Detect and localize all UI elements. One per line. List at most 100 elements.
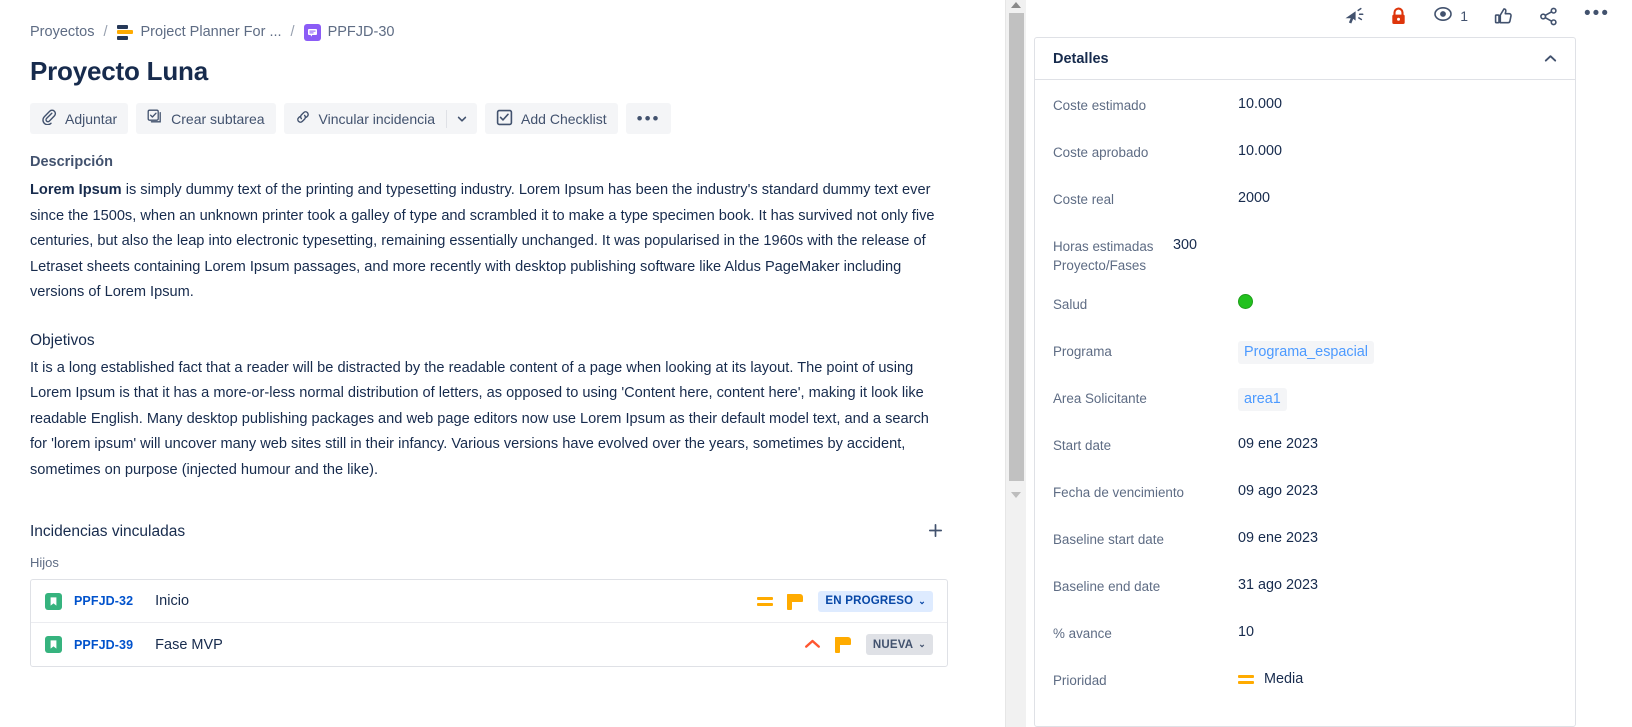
objectives-heading: Objetivos	[30, 331, 95, 349]
table-row[interactable]: PPFJD-39 Fase MVP NUEVA ⌄	[31, 623, 947, 666]
detail-label: Coste estimado	[1053, 98, 1147, 113]
description-label: Descripción	[30, 154, 113, 171]
detail-row: % avance 10	[1053, 623, 1557, 651]
detail-value: Programa_espacial	[1238, 341, 1374, 364]
detail-label: Fecha de vencimiento	[1053, 485, 1185, 500]
detail-value: 31 ago 2023	[1238, 577, 1319, 593]
issue-actions-bar: 1 •••	[1026, 0, 1632, 30]
detail-value: 10	[1238, 624, 1255, 640]
epic-icon	[303, 23, 321, 41]
linked-issues-header: Incidencias vinculadas	[30, 519, 948, 545]
detail-row: Salud	[1053, 294, 1557, 322]
attach-button[interactable]: Adjuntar	[30, 103, 129, 135]
breadcrumb-projects[interactable]: Proyectos	[30, 24, 94, 40]
thumbs-up-icon[interactable]	[1494, 7, 1513, 26]
detail-row: Coste real 2000	[1053, 189, 1557, 217]
chevron-down-icon: ⌄	[918, 595, 926, 606]
status-badge[interactable]: NUEVA ⌄	[865, 634, 933, 656]
detail-value: 300	[1173, 237, 1198, 253]
table-row[interactable]: PPFJD-32 Inicio EN PROGRESO ⌄	[31, 580, 947, 624]
chevron-down-icon[interactable]	[447, 103, 477, 134]
detail-label: Baseline end date	[1053, 579, 1161, 594]
health-status-icon	[1238, 294, 1253, 309]
breadcrumb-project[interactable]: Project Planner For ...	[116, 24, 282, 41]
megaphone-icon[interactable]	[1343, 7, 1364, 26]
detail-label: Start date	[1053, 438, 1112, 453]
details-panel-header[interactable]: Detalles	[1035, 38, 1575, 80]
detail-value: 2000	[1238, 190, 1271, 206]
detail-row: Area Solicitante area1	[1053, 388, 1557, 416]
issue-toolbar: Adjuntar Crear subtarea Vincular inciden…	[30, 103, 975, 135]
details-title: Detalles	[1053, 50, 1109, 67]
detail-value: 10.000	[1238, 143, 1283, 159]
page-scrollbar[interactable]	[1005, 0, 1026, 727]
issue-summary: Inicio	[155, 593, 190, 610]
share-icon[interactable]	[1539, 7, 1558, 26]
lock-icon[interactable]	[1390, 7, 1407, 26]
more-options-icon[interactable]: •••	[1584, 4, 1610, 29]
detail-value: 10.000	[1238, 96, 1283, 112]
detail-label: % avance	[1053, 626, 1112, 641]
breadcrumb-project-label[interactable]: Project Planner For ...	[141, 24, 282, 40]
create-subtask-label: Crear subtarea	[171, 110, 265, 127]
scrollbar-thumb[interactable]	[1009, 13, 1024, 481]
breadcrumb-issue-key[interactable]: PPFJD-30	[328, 24, 395, 40]
status-badge[interactable]: EN PROGRESO ⌄	[818, 590, 933, 612]
chevron-down-icon: ⌄	[918, 639, 926, 650]
issue-key-link[interactable]: PPFJD-32	[74, 594, 133, 608]
add-checklist-button[interactable]: Add Checklist	[485, 103, 618, 135]
scroll-down-arrow-icon[interactable]	[1011, 492, 1021, 498]
detail-row: Prioridad Media	[1053, 670, 1557, 698]
issue-key-link[interactable]: PPFJD-39	[74, 638, 133, 652]
detail-row: Baseline end date 31 ago 2023	[1053, 576, 1557, 604]
create-subtask-button[interactable]: Crear subtarea	[136, 103, 276, 135]
chevron-up-icon[interactable]	[1544, 52, 1557, 66]
detail-label: Programa	[1053, 344, 1112, 359]
detail-label: Coste real	[1053, 192, 1115, 207]
program-link[interactable]: Programa_espacial	[1238, 341, 1374, 364]
detail-row: Start date 09 ene 2023	[1053, 435, 1557, 463]
link-issue-split-button: Vincular incidencia	[283, 103, 478, 135]
status-badge-label: EN PROGRESO	[825, 595, 914, 608]
watch-count: 1	[1460, 8, 1469, 24]
issue-detail-page: Proyectos / Project Planner For ... / PP…	[0, 0, 1632, 727]
more-actions-button[interactable]: •••	[625, 103, 672, 135]
detail-label: Prioridad	[1053, 673, 1107, 688]
description-bold-lead: Lorem Ipsum	[30, 182, 122, 199]
detail-value: Media	[1238, 670, 1303, 689]
detail-value: 09 ene 2023	[1238, 436, 1319, 452]
detail-value: 09 ago 2023	[1238, 483, 1319, 499]
detail-label: Baseline start date	[1053, 532, 1164, 547]
issue-summary: Fase MVP	[155, 636, 223, 653]
breadcrumb-issue[interactable]: PPFJD-30	[303, 23, 395, 41]
watch-button[interactable]: 1	[1433, 5, 1468, 28]
area-link[interactable]: area1	[1238, 388, 1287, 411]
detail-value	[1238, 294, 1253, 309]
description-rest: is simply dummy text of the printing and…	[30, 182, 935, 301]
detail-label: Salud	[1053, 297, 1088, 312]
priority-label: Media	[1264, 671, 1304, 687]
add-linked-issue-button[interactable]	[922, 519, 948, 545]
scroll-up-arrow-icon[interactable]	[1011, 2, 1021, 8]
page-title: Proyecto Luna	[30, 56, 208, 86]
board-icon	[116, 24, 134, 41]
detail-row: Horas estimadas Proyecto/Fases 300	[1053, 236, 1557, 275]
detail-row: Baseline start date 09 ene 2023	[1053, 529, 1557, 557]
priority-high-icon	[804, 636, 821, 653]
link-issue-button[interactable]: Vincular incidencia	[284, 103, 446, 134]
flag-icon	[834, 636, 852, 654]
detail-value: area1	[1238, 388, 1287, 411]
eye-icon	[1433, 5, 1453, 28]
issue-row-meta: EN PROGRESO ⌄	[757, 590, 933, 612]
main-content: Proyectos / Project Planner For ... / PP…	[0, 0, 1005, 727]
detail-label: Coste aprobado	[1053, 145, 1149, 160]
story-icon	[45, 636, 62, 654]
priority-medium-icon	[757, 595, 774, 608]
detail-row: Fecha de vencimiento 09 ago 2023	[1053, 482, 1557, 510]
attach-label: Adjuntar	[65, 110, 118, 127]
breadcrumb-separator-2: /	[290, 24, 295, 40]
detail-label: Area Solicitante	[1053, 391, 1147, 406]
issue-row-meta: NUEVA ⌄	[804, 634, 933, 656]
detail-label: Horas estimadas Proyecto/Fases	[1053, 239, 1154, 273]
checkbox-icon	[496, 109, 513, 129]
